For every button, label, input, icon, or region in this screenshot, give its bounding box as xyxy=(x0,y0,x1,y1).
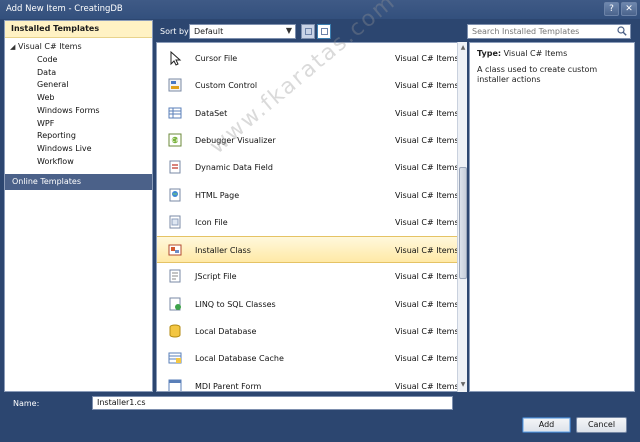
database-cache-icon xyxy=(168,352,182,364)
template-item-icon-file[interactable]: Icon File Visual C# Items xyxy=(157,209,457,236)
database-icon xyxy=(169,324,181,338)
tree-item-code[interactable]: Code xyxy=(37,55,57,64)
dynamic-data-icon xyxy=(169,160,181,174)
template-item-local-database[interactable]: Local Database Visual C# Items xyxy=(157,318,457,345)
tree-item-wpf[interactable]: WPF xyxy=(37,119,54,128)
template-item-name: MDI Parent Form xyxy=(195,381,262,391)
template-item-language: Visual C# Items xyxy=(395,163,458,173)
item-type-value: Visual C# Items xyxy=(503,49,568,58)
dataset-icon xyxy=(168,107,182,119)
window-title: Add New Item - CreatingDB xyxy=(6,4,123,14)
template-item-name: Local Database xyxy=(195,327,257,336)
title-bar: Add New Item - CreatingDB ? ✕ xyxy=(0,0,640,19)
tree-item-windows-live[interactable]: Windows Live xyxy=(37,144,92,153)
template-item-language: Visual C# Items xyxy=(395,217,458,227)
sort-by-select[interactable]: Default ▼ xyxy=(189,24,296,39)
template-item-local-database-cache[interactable]: Local Database Cache Visual C# Items xyxy=(157,345,457,372)
tree-root-label: Visual C# Items xyxy=(18,42,82,51)
html-page-icon xyxy=(169,188,181,201)
template-item-name: Installer Class xyxy=(195,246,251,256)
tree-item-general[interactable]: General xyxy=(37,80,69,89)
search-placeholder: Search Installed Templates xyxy=(472,27,580,36)
installer-class-icon xyxy=(168,244,182,256)
template-item-name: Icon File xyxy=(195,217,228,227)
scroll-down-icon[interactable]: ▼ xyxy=(459,381,467,390)
custom-control-icon xyxy=(168,78,182,92)
search-templates-input[interactable]: Search Installed Templates xyxy=(467,24,631,39)
tree-item-data[interactable]: Data xyxy=(37,68,56,77)
template-item-language: Visual C# Items xyxy=(395,327,458,336)
add-new-item-dialog: Add New Item - CreatingDB ? ✕ Installed … xyxy=(0,0,640,442)
search-icon[interactable] xyxy=(617,26,627,36)
help-button[interactable]: ? xyxy=(604,2,619,16)
small-icons-view-button[interactable] xyxy=(301,24,315,39)
tree-item-windows-forms[interactable]: Windows Forms xyxy=(37,106,100,115)
name-label: Name: xyxy=(13,399,40,408)
template-item-installer-class[interactable]: Installer Class Visual C# Items xyxy=(157,236,458,264)
template-item-name: Debugger Visualizer xyxy=(195,135,276,145)
template-item-language: Visual C# Items xyxy=(395,246,458,256)
template-item-html-page[interactable]: HTML Page Visual C# Items xyxy=(157,182,457,209)
cancel-button[interactable]: Cancel xyxy=(576,417,627,433)
online-templates-item[interactable]: Online Templates xyxy=(5,174,152,190)
template-item-linq-to-sql-classes[interactable]: LINQ to SQL Classes Visual C# Items xyxy=(157,291,457,318)
tree-item-workflow[interactable]: Workflow xyxy=(37,157,74,166)
template-tree-panel: Installed Templates ◢ Visual C# Items Co… xyxy=(4,20,153,392)
list-icon xyxy=(321,28,328,35)
linq-icon xyxy=(169,297,181,311)
item-description: A class used to create custom installer … xyxy=(477,65,598,84)
template-item-custom-control[interactable]: Custom Control Visual C# Items xyxy=(157,72,457,99)
sort-by-value: Default xyxy=(194,27,224,36)
item-type-label: Type: xyxy=(477,49,502,58)
template-list-scrollbar[interactable]: ▲ ▼ xyxy=(457,42,467,392)
tree-item-reporting[interactable]: Reporting xyxy=(37,131,76,140)
grid-icon xyxy=(305,28,312,35)
add-button[interactable]: Add xyxy=(522,417,571,433)
template-item-dataset[interactable]: DataSet Visual C# Items xyxy=(157,100,457,127)
template-item-mdi-parent-form[interactable]: MDI Parent Form Visual C# Items xyxy=(157,373,458,391)
template-item-name: HTML Page xyxy=(195,190,240,200)
template-item-name: Dynamic Data Field xyxy=(195,163,273,173)
template-item-dynamic-data-field[interactable]: Dynamic Data Field Visual C# Items xyxy=(157,154,457,181)
expand-arrow-icon[interactable]: ◢ xyxy=(10,43,18,51)
sort-by-label: Sort by: xyxy=(160,27,191,36)
name-input[interactable]: Installer1.cs xyxy=(92,396,453,410)
tree-item-web[interactable]: Web xyxy=(37,93,54,102)
scroll-up-icon[interactable]: ▲ xyxy=(459,44,467,53)
template-item-language: Visual C# Items xyxy=(395,190,458,200)
template-item-name: LINQ to SQL Classes xyxy=(195,299,276,309)
template-item-language: Visual C# Items xyxy=(395,381,458,391)
template-list: Cursor File Visual C# Items Custom Control… xyxy=(156,42,458,392)
template-item-name: Local Database Cache xyxy=(195,354,284,364)
cursor-icon xyxy=(170,50,182,66)
dropdown-arrow-icon: ▼ xyxy=(285,26,292,35)
template-item-language: Visual C# Items xyxy=(395,54,458,63)
details-view-button[interactable] xyxy=(317,24,331,39)
template-item-debugger-visualizer[interactable]: C# Debugger Visualizer Visual C# Items xyxy=(157,127,457,154)
installed-templates-header[interactable]: Installed Templates xyxy=(5,21,152,38)
template-item-name: Custom Control xyxy=(195,81,258,91)
template-item-language: Visual C# Items xyxy=(395,135,458,145)
svg-text:C#: C# xyxy=(172,138,180,144)
template-item-language: Visual C# Items xyxy=(395,354,458,364)
debugger-visualizer-icon: C# xyxy=(168,133,182,147)
template-item-language: Visual C# Items xyxy=(395,272,458,282)
template-item-cursor-file[interactable]: Cursor File Visual C# Items xyxy=(157,45,457,72)
close-button[interactable]: ✕ xyxy=(621,2,637,16)
template-item-name: DataSet xyxy=(195,108,228,118)
mdi-form-icon xyxy=(168,379,182,391)
template-item-jscript-file[interactable]: JScript File Visual C# Items xyxy=(157,263,457,290)
template-item-name: Cursor File xyxy=(195,54,238,63)
tree-root-visual-csharp[interactable]: ◢ Visual C# Items xyxy=(10,42,82,51)
jscript-icon xyxy=(169,269,181,283)
template-item-language: Visual C# Items xyxy=(395,81,458,91)
item-info-panel: Type: Visual C# Items A class used to cr… xyxy=(469,42,635,392)
template-item-name: JScript File xyxy=(195,272,237,282)
template-item-language: Visual C# Items xyxy=(395,108,458,118)
scrollbar-thumb[interactable] xyxy=(459,167,467,279)
template-item-language: Visual C# Items xyxy=(395,299,458,309)
item-type: Type: Visual C# Items xyxy=(477,49,567,58)
icon-file-icon xyxy=(169,215,181,229)
